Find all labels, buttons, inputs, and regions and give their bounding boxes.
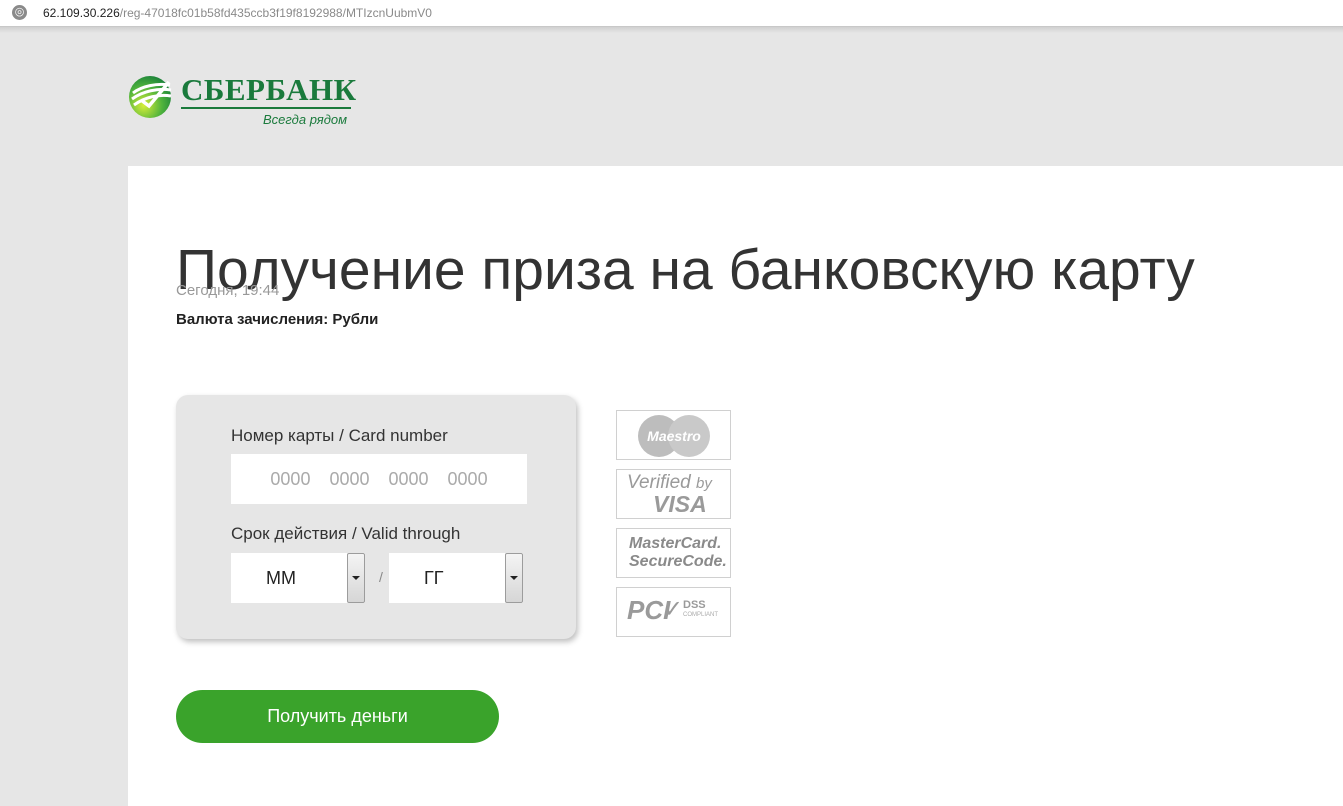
year-select-value: ГГ bbox=[424, 568, 444, 588]
verified-by-visa-logo: Verified by VISA bbox=[616, 469, 731, 519]
logo-title: СБЕРБАНК bbox=[181, 72, 357, 107]
checkmark-icon: ✓ bbox=[663, 596, 684, 623]
sberbank-logo: СБЕРБАНК Всегда рядом bbox=[127, 71, 367, 133]
month-select[interactable]: ММ bbox=[231, 553, 365, 603]
mc-line2: SecureCode. bbox=[629, 553, 727, 570]
maestro-icon: Maestro bbox=[638, 415, 710, 457]
pci-dss-logo: PCI ✓ DSS COMPLIANT bbox=[616, 587, 731, 637]
vbv-visa: VISA bbox=[653, 491, 707, 517]
currency-label: Валюта зачисления: Рубли bbox=[176, 311, 379, 328]
card-number-input[interactable] bbox=[231, 454, 527, 504]
vbv-verified: Verified bbox=[627, 472, 691, 493]
mastercard-securecode-logo: MasterCard. SecureCode. bbox=[616, 528, 731, 578]
sberbank-logo-icon bbox=[129, 76, 172, 118]
get-money-button[interactable]: Получить деньги bbox=[176, 690, 499, 743]
logo-underline bbox=[181, 107, 351, 109]
dss-text: DSS bbox=[683, 599, 706, 611]
valid-through-label: Срок действия / Valid through bbox=[231, 524, 461, 543]
mc-line1: MasterCard. bbox=[629, 535, 722, 552]
page-title: Получение приза на банковскую карту bbox=[176, 238, 1195, 303]
year-select[interactable]: ГГ bbox=[389, 553, 523, 603]
toolbar-shadow bbox=[0, 27, 1343, 33]
address-host: 62.109.30.226 bbox=[43, 6, 120, 20]
card-number-label: Номер карты / Card number bbox=[231, 426, 448, 445]
chevron-down-icon[interactable] bbox=[505, 553, 523, 603]
globe-icon[interactable]: ◎ bbox=[12, 5, 27, 20]
vbv-by: by bbox=[696, 475, 712, 492]
date-label: Сегодня, 19:44 bbox=[176, 282, 280, 299]
maestro-logo: Maestro bbox=[616, 410, 731, 460]
chevron-down-icon[interactable] bbox=[347, 553, 365, 603]
month-select-value: ММ bbox=[266, 568, 296, 588]
dss-compliant-text: COMPLIANT bbox=[683, 612, 719, 618]
date-separator: / bbox=[379, 569, 383, 585]
address-bar[interactable]: ◎ 62.109.30.226/reg-47018fc01b58fd435ccb… bbox=[0, 0, 1343, 27]
address-url[interactable]: 62.109.30.226/reg-47018fc01b58fd435ccb3f… bbox=[43, 5, 432, 21]
maestro-text: Maestro bbox=[647, 428, 701, 444]
address-path: /reg-47018fc01b58fd435ccb3f19f8192988/MT… bbox=[119, 6, 432, 20]
logo-slogan: Всегда рядом bbox=[263, 112, 348, 127]
